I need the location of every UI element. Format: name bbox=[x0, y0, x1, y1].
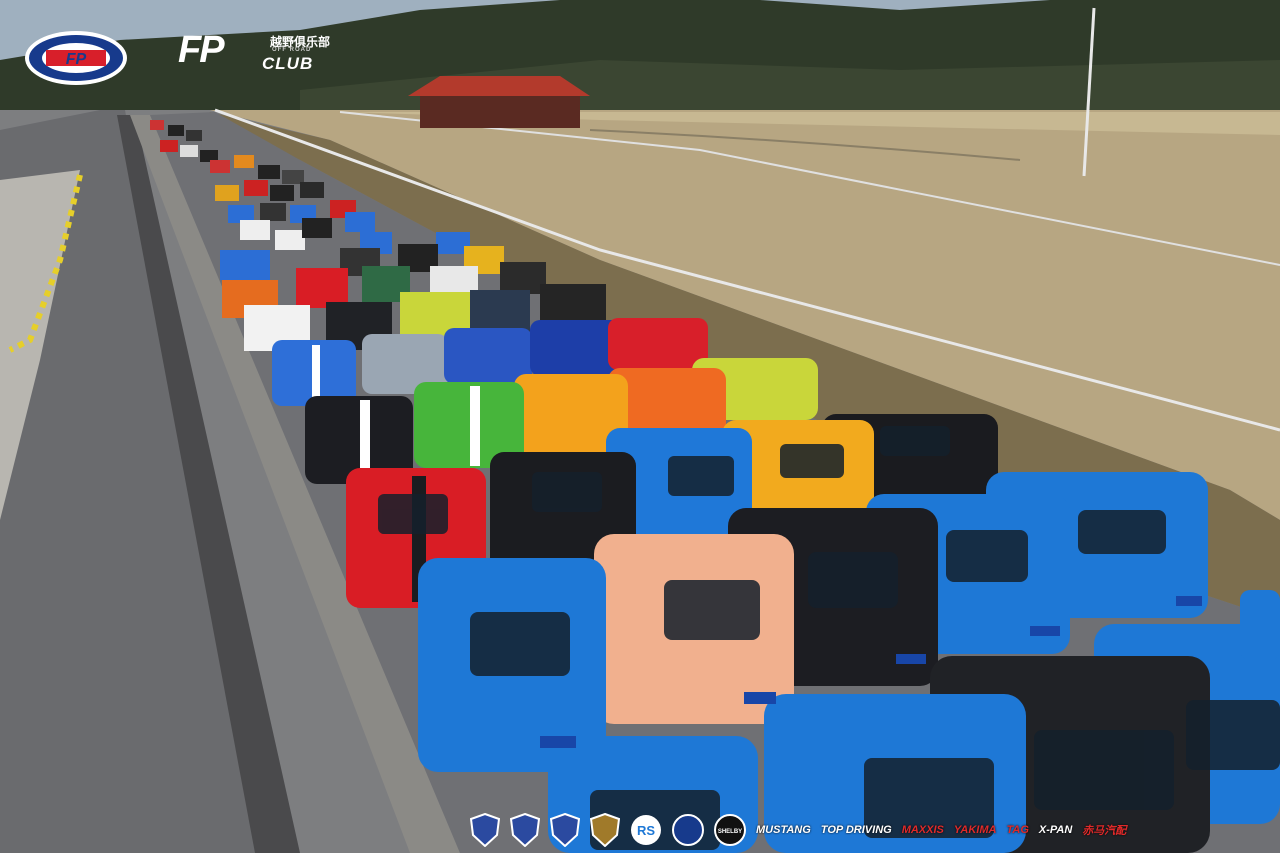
svg-text:SHELBY: SHELBY bbox=[718, 829, 742, 835]
top-driving-logo: TOP DRIVING bbox=[820, 824, 892, 836]
xpan-logo: X-PAN bbox=[1038, 824, 1073, 836]
ford-performance-badge-logo: FP bbox=[25, 31, 127, 85]
blue-roundel-icon bbox=[672, 814, 704, 846]
photo-scene bbox=[0, 0, 1280, 853]
mustang-logo: MUSTANG bbox=[756, 824, 811, 836]
badge-text: FP bbox=[66, 51, 87, 68]
club-subtitle: OFF ROAD bbox=[272, 47, 312, 53]
svg-text:RS: RS bbox=[637, 823, 655, 838]
yakima-logo: YAKIMA bbox=[953, 824, 997, 836]
shield-badge-3-icon bbox=[550, 813, 580, 847]
grandstand-roof bbox=[408, 76, 590, 96]
car-meet-photo: FP FP 越野俱乐部 OFF ROAD CLUB RS SHELBY MUST… bbox=[0, 0, 1280, 853]
club-en-title: CLUB bbox=[262, 54, 314, 73]
gold-badge-icon bbox=[590, 813, 620, 847]
shield-badge-1-icon bbox=[470, 813, 500, 847]
maxxis-logo: MAXXIS bbox=[901, 824, 944, 836]
rs-roundel-icon: RS bbox=[631, 815, 661, 845]
tag-logo: TAG bbox=[1006, 824, 1029, 836]
sponsor-strip: RS SHELBY MUSTANG TOP DRIVING MAXXIS YAK… bbox=[470, 810, 1126, 850]
cn-brand-logo: 赤马汽配 bbox=[1082, 825, 1127, 837]
grandstand bbox=[420, 94, 580, 128]
shield-badge-2-icon bbox=[510, 813, 540, 847]
shelby-roundel-icon: SHELBY bbox=[714, 814, 746, 846]
brand-mark: FP bbox=[178, 29, 225, 71]
